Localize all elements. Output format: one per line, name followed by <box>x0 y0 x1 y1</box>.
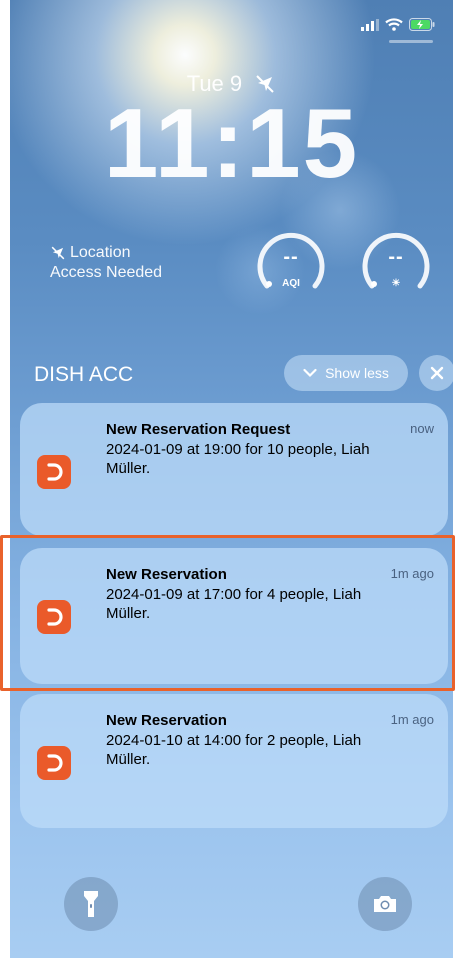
app-icon <box>37 455 71 489</box>
camera-icon <box>374 896 396 912</box>
wifi-icon <box>385 18 403 31</box>
flashlight-icon <box>84 891 98 917</box>
notification-time: now <box>410 421 434 436</box>
notification-body: 2024-01-10 at 14:00 for 2 people, Liah M… <box>106 732 362 768</box>
aqi-value: -- <box>283 246 299 268</box>
chevron-down-icon <box>303 368 317 378</box>
notification-time: 1m ago <box>390 712 434 727</box>
dish-logo-icon <box>47 463 63 481</box>
notification-group-title: DISH ACC <box>34 363 134 386</box>
location-widget[interactable]: Location Access Needed <box>50 243 162 283</box>
clear-group-button[interactable] <box>419 355 453 391</box>
flashlight-button[interactable] <box>64 877 118 931</box>
aqi-label: AQI <box>282 278 300 289</box>
notification-title: New Reservation Request <box>106 421 291 438</box>
sun-icon: ☀ <box>391 278 401 289</box>
uv-value: -- <box>388 246 404 268</box>
status-bar <box>361 18 435 31</box>
notification-body: 2024-01-09 at 19:00 for 10 people, Liah … <box>106 441 370 477</box>
location-line2: Access Needed <box>50 264 163 281</box>
camera-button[interactable] <box>358 877 412 931</box>
app-icon <box>37 746 71 780</box>
aqi-gauge[interactable]: -- AQI <box>255 228 327 300</box>
show-less-label: Show less <box>325 365 389 381</box>
notification-title: New Reservation <box>106 712 227 729</box>
battery-charging-icon <box>409 18 435 31</box>
location-line1: Location <box>70 244 131 261</box>
cellular-signal-icon <box>361 18 379 31</box>
show-less-button[interactable]: Show less <box>284 355 408 391</box>
selected-notification-highlight <box>0 535 455 691</box>
close-icon <box>430 366 444 380</box>
lock-screen: Tue 9 11:15 Location Access Needed -- AQ… <box>10 0 453 958</box>
status-underline <box>389 40 433 43</box>
dish-logo-icon <box>47 754 63 772</box>
uv-gauge[interactable]: -- ☀ <box>360 228 432 300</box>
clock: 11:15 <box>103 88 360 198</box>
notification-card[interactable]: New Reservation 2024-01-10 at 14:00 for … <box>20 694 448 828</box>
location-arrow-slash-icon <box>51 246 65 260</box>
notification-card[interactable]: New Reservation Request 2024-01-09 at 19… <box>20 403 448 536</box>
